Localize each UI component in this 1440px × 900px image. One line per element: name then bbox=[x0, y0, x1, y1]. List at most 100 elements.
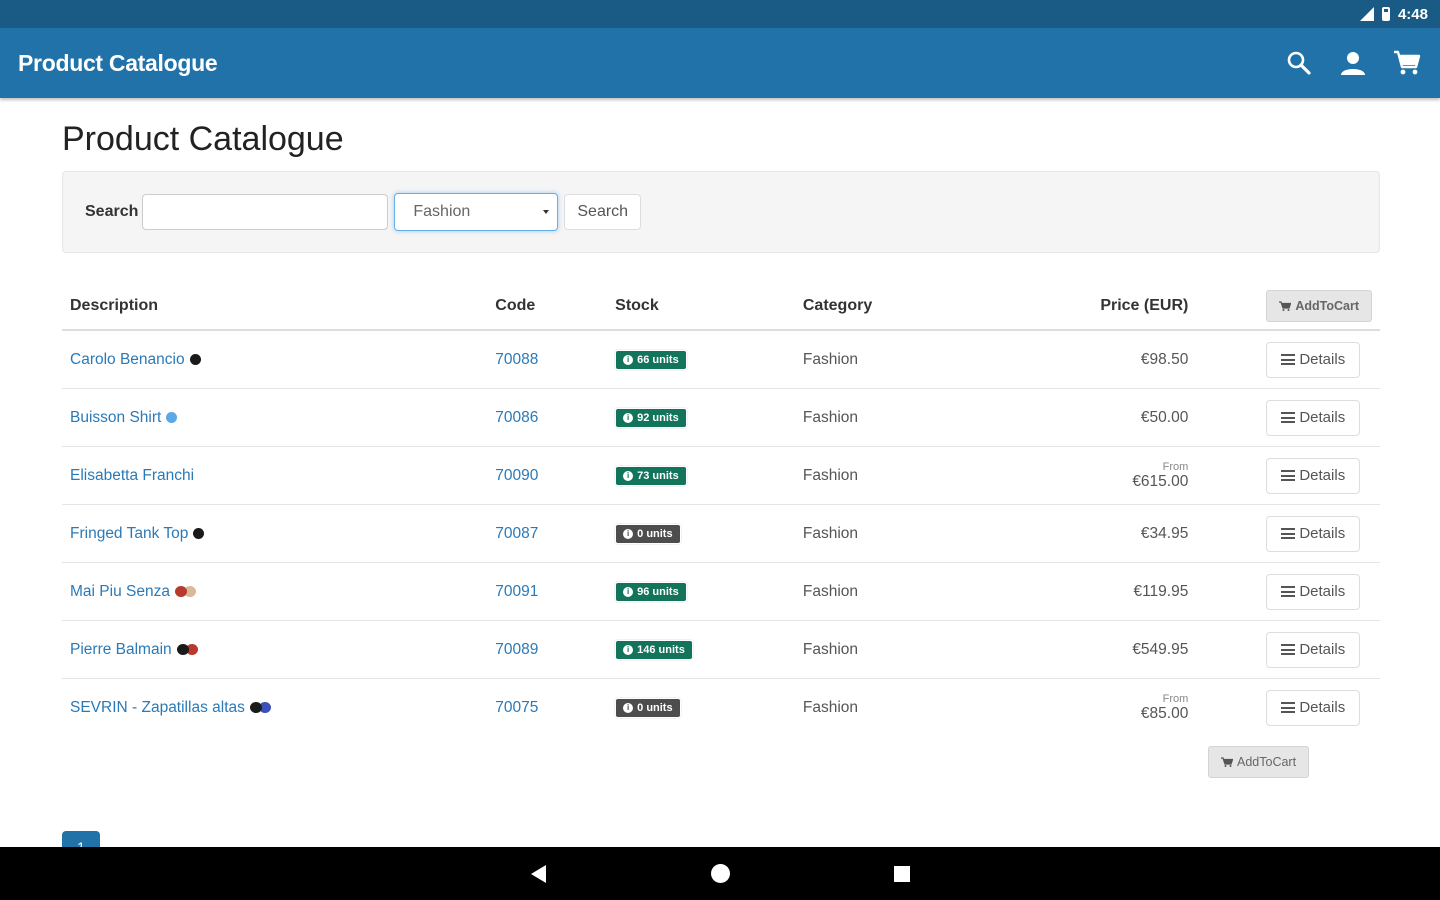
cell-stock: i 0 units bbox=[607, 504, 795, 563]
stock-badge: i 0 units bbox=[615, 697, 681, 718]
app-bar: Product Catalogue bbox=[0, 28, 1440, 98]
code-link[interactable]: 70086 bbox=[495, 409, 538, 426]
account-icon[interactable] bbox=[1338, 48, 1368, 78]
add-to-cart-button-bottom[interactable]: AddToCart bbox=[1208, 746, 1310, 778]
header-price: Price (EUR) bbox=[980, 283, 1197, 331]
cell-description: Carolo Benancio bbox=[62, 329, 488, 389]
stock-badge: i 92 units bbox=[615, 407, 687, 428]
product-link[interactable]: Buisson Shirt bbox=[70, 409, 161, 426]
search-button[interactable]: Search bbox=[564, 194, 642, 230]
app-bar-actions bbox=[1284, 48, 1422, 78]
stock-value: 0 units bbox=[637, 527, 673, 540]
stock-value: 66 units bbox=[637, 353, 679, 366]
recents-icon bbox=[894, 865, 910, 882]
cell-price: €549.95 bbox=[980, 620, 1197, 679]
details-button[interactable]: Details bbox=[1266, 631, 1361, 668]
cell-category: Fashion bbox=[794, 388, 981, 447]
back-button[interactable] bbox=[518, 854, 558, 894]
details-button[interactable]: Details bbox=[1266, 573, 1361, 610]
product-link[interactable]: Pierre Balmain bbox=[70, 641, 172, 658]
header-stock: Stock bbox=[607, 283, 795, 331]
search-icon[interactable] bbox=[1284, 48, 1314, 78]
cell-code: 70086 bbox=[487, 388, 608, 447]
table-row: SEVRIN - Zapatillas altas 70075 i 0 unit… bbox=[62, 678, 1380, 736]
table-row: Mai Piu Senza 70091 i 96 units Fashion €… bbox=[62, 562, 1380, 621]
color-swatch-icon bbox=[189, 353, 201, 365]
cell-stock: i 146 units bbox=[607, 620, 795, 679]
cell-action: Details bbox=[1196, 678, 1380, 736]
code-link[interactable]: 70090 bbox=[495, 467, 538, 484]
cell-stock: i 66 units bbox=[607, 329, 795, 389]
cell-category: Fashion bbox=[794, 504, 981, 563]
table-row: Fringed Tank Top 70087 i 0 units Fashion… bbox=[62, 504, 1380, 563]
search-input[interactable] bbox=[142, 194, 389, 230]
cell-code: 70091 bbox=[487, 562, 608, 621]
color-swatch-icon bbox=[166, 411, 178, 423]
header-category: Category bbox=[794, 283, 981, 331]
list-icon bbox=[1281, 644, 1296, 655]
bottom-actions: AddToCart bbox=[62, 746, 1380, 778]
color-swatch-icon bbox=[174, 585, 197, 597]
details-button[interactable]: Details bbox=[1266, 457, 1361, 494]
info-icon: i bbox=[623, 644, 634, 655]
cell-stock: i 0 units bbox=[607, 678, 795, 736]
category-select-value: Fashion bbox=[413, 203, 471, 220]
system-nav-bar bbox=[0, 847, 1440, 900]
home-button[interactable] bbox=[700, 854, 740, 894]
cell-category: Fashion bbox=[794, 562, 981, 621]
cell-stock: i 96 units bbox=[607, 562, 795, 621]
details-button[interactable]: Details bbox=[1266, 515, 1361, 552]
cell-price: From €615.00 bbox=[980, 446, 1197, 505]
product-link[interactable]: Elisabetta Franchi bbox=[70, 467, 194, 484]
products-table: Description Code Stock Category Price (E… bbox=[62, 283, 1380, 736]
product-link[interactable]: SEVRIN - Zapatillas altas bbox=[70, 699, 245, 716]
cell-description: Buisson Shirt bbox=[62, 388, 488, 447]
category-select[interactable]: Fashion bbox=[394, 193, 559, 231]
table-header-row: Description Code Stock Category Price (E… bbox=[62, 283, 1380, 331]
details-button[interactable]: Details bbox=[1266, 399, 1361, 436]
add-to-cart-button-top[interactable]: AddToCart bbox=[1266, 290, 1372, 322]
cell-category: Fashion bbox=[794, 446, 981, 505]
price-value: €85.00 bbox=[1140, 704, 1189, 722]
code-link[interactable]: 70089 bbox=[495, 641, 538, 658]
cell-action: Details bbox=[1196, 562, 1380, 621]
code-link[interactable]: 70087 bbox=[495, 525, 538, 542]
info-icon: i bbox=[623, 354, 634, 365]
product-link[interactable]: Fringed Tank Top bbox=[70, 525, 188, 542]
product-link[interactable]: Mai Piu Senza bbox=[70, 583, 170, 600]
back-icon bbox=[530, 864, 546, 883]
cell-action: Details bbox=[1196, 446, 1380, 505]
details-label: Details bbox=[1299, 525, 1346, 542]
account-icon-graphic bbox=[1341, 52, 1365, 75]
cell-price: €98.50 bbox=[980, 329, 1197, 389]
code-link[interactable]: 70075 bbox=[495, 699, 538, 716]
price-from-label: From bbox=[1162, 692, 1189, 705]
stock-badge: i 66 units bbox=[615, 349, 687, 370]
stock-value: 0 units bbox=[637, 701, 673, 714]
info-icon: i bbox=[623, 412, 634, 423]
price-value: €549.95 bbox=[1132, 640, 1189, 658]
cell-code: 70088 bbox=[487, 329, 608, 389]
details-button[interactable]: Details bbox=[1266, 689, 1361, 726]
cell-price: From €85.00 bbox=[980, 678, 1197, 736]
code-link[interactable]: 70088 bbox=[495, 351, 538, 368]
cart-icon-graphic bbox=[1394, 50, 1421, 75]
header-code: Code bbox=[487, 283, 608, 331]
product-link[interactable]: Carolo Benancio bbox=[70, 351, 185, 368]
list-icon bbox=[1281, 470, 1296, 481]
cell-stock: i 73 units bbox=[607, 446, 795, 505]
code-link[interactable]: 70091 bbox=[495, 583, 538, 600]
recents-button[interactable] bbox=[882, 854, 922, 894]
table-row: Pierre Balmain 70089 i 146 units Fashion… bbox=[62, 620, 1380, 679]
cart-icon[interactable] bbox=[1392, 48, 1422, 78]
price-value: €615.00 bbox=[1132, 472, 1189, 490]
cell-code: 70090 bbox=[487, 446, 608, 505]
stock-value: 146 units bbox=[637, 643, 685, 656]
details-button[interactable]: Details bbox=[1266, 341, 1361, 378]
price-value: €50.00 bbox=[1140, 408, 1189, 426]
details-label: Details bbox=[1299, 409, 1346, 426]
stock-value: 73 units bbox=[637, 469, 679, 482]
cell-action: Details bbox=[1196, 504, 1380, 563]
search-panel: Search Fashion Search bbox=[62, 171, 1380, 253]
list-icon bbox=[1281, 528, 1296, 539]
